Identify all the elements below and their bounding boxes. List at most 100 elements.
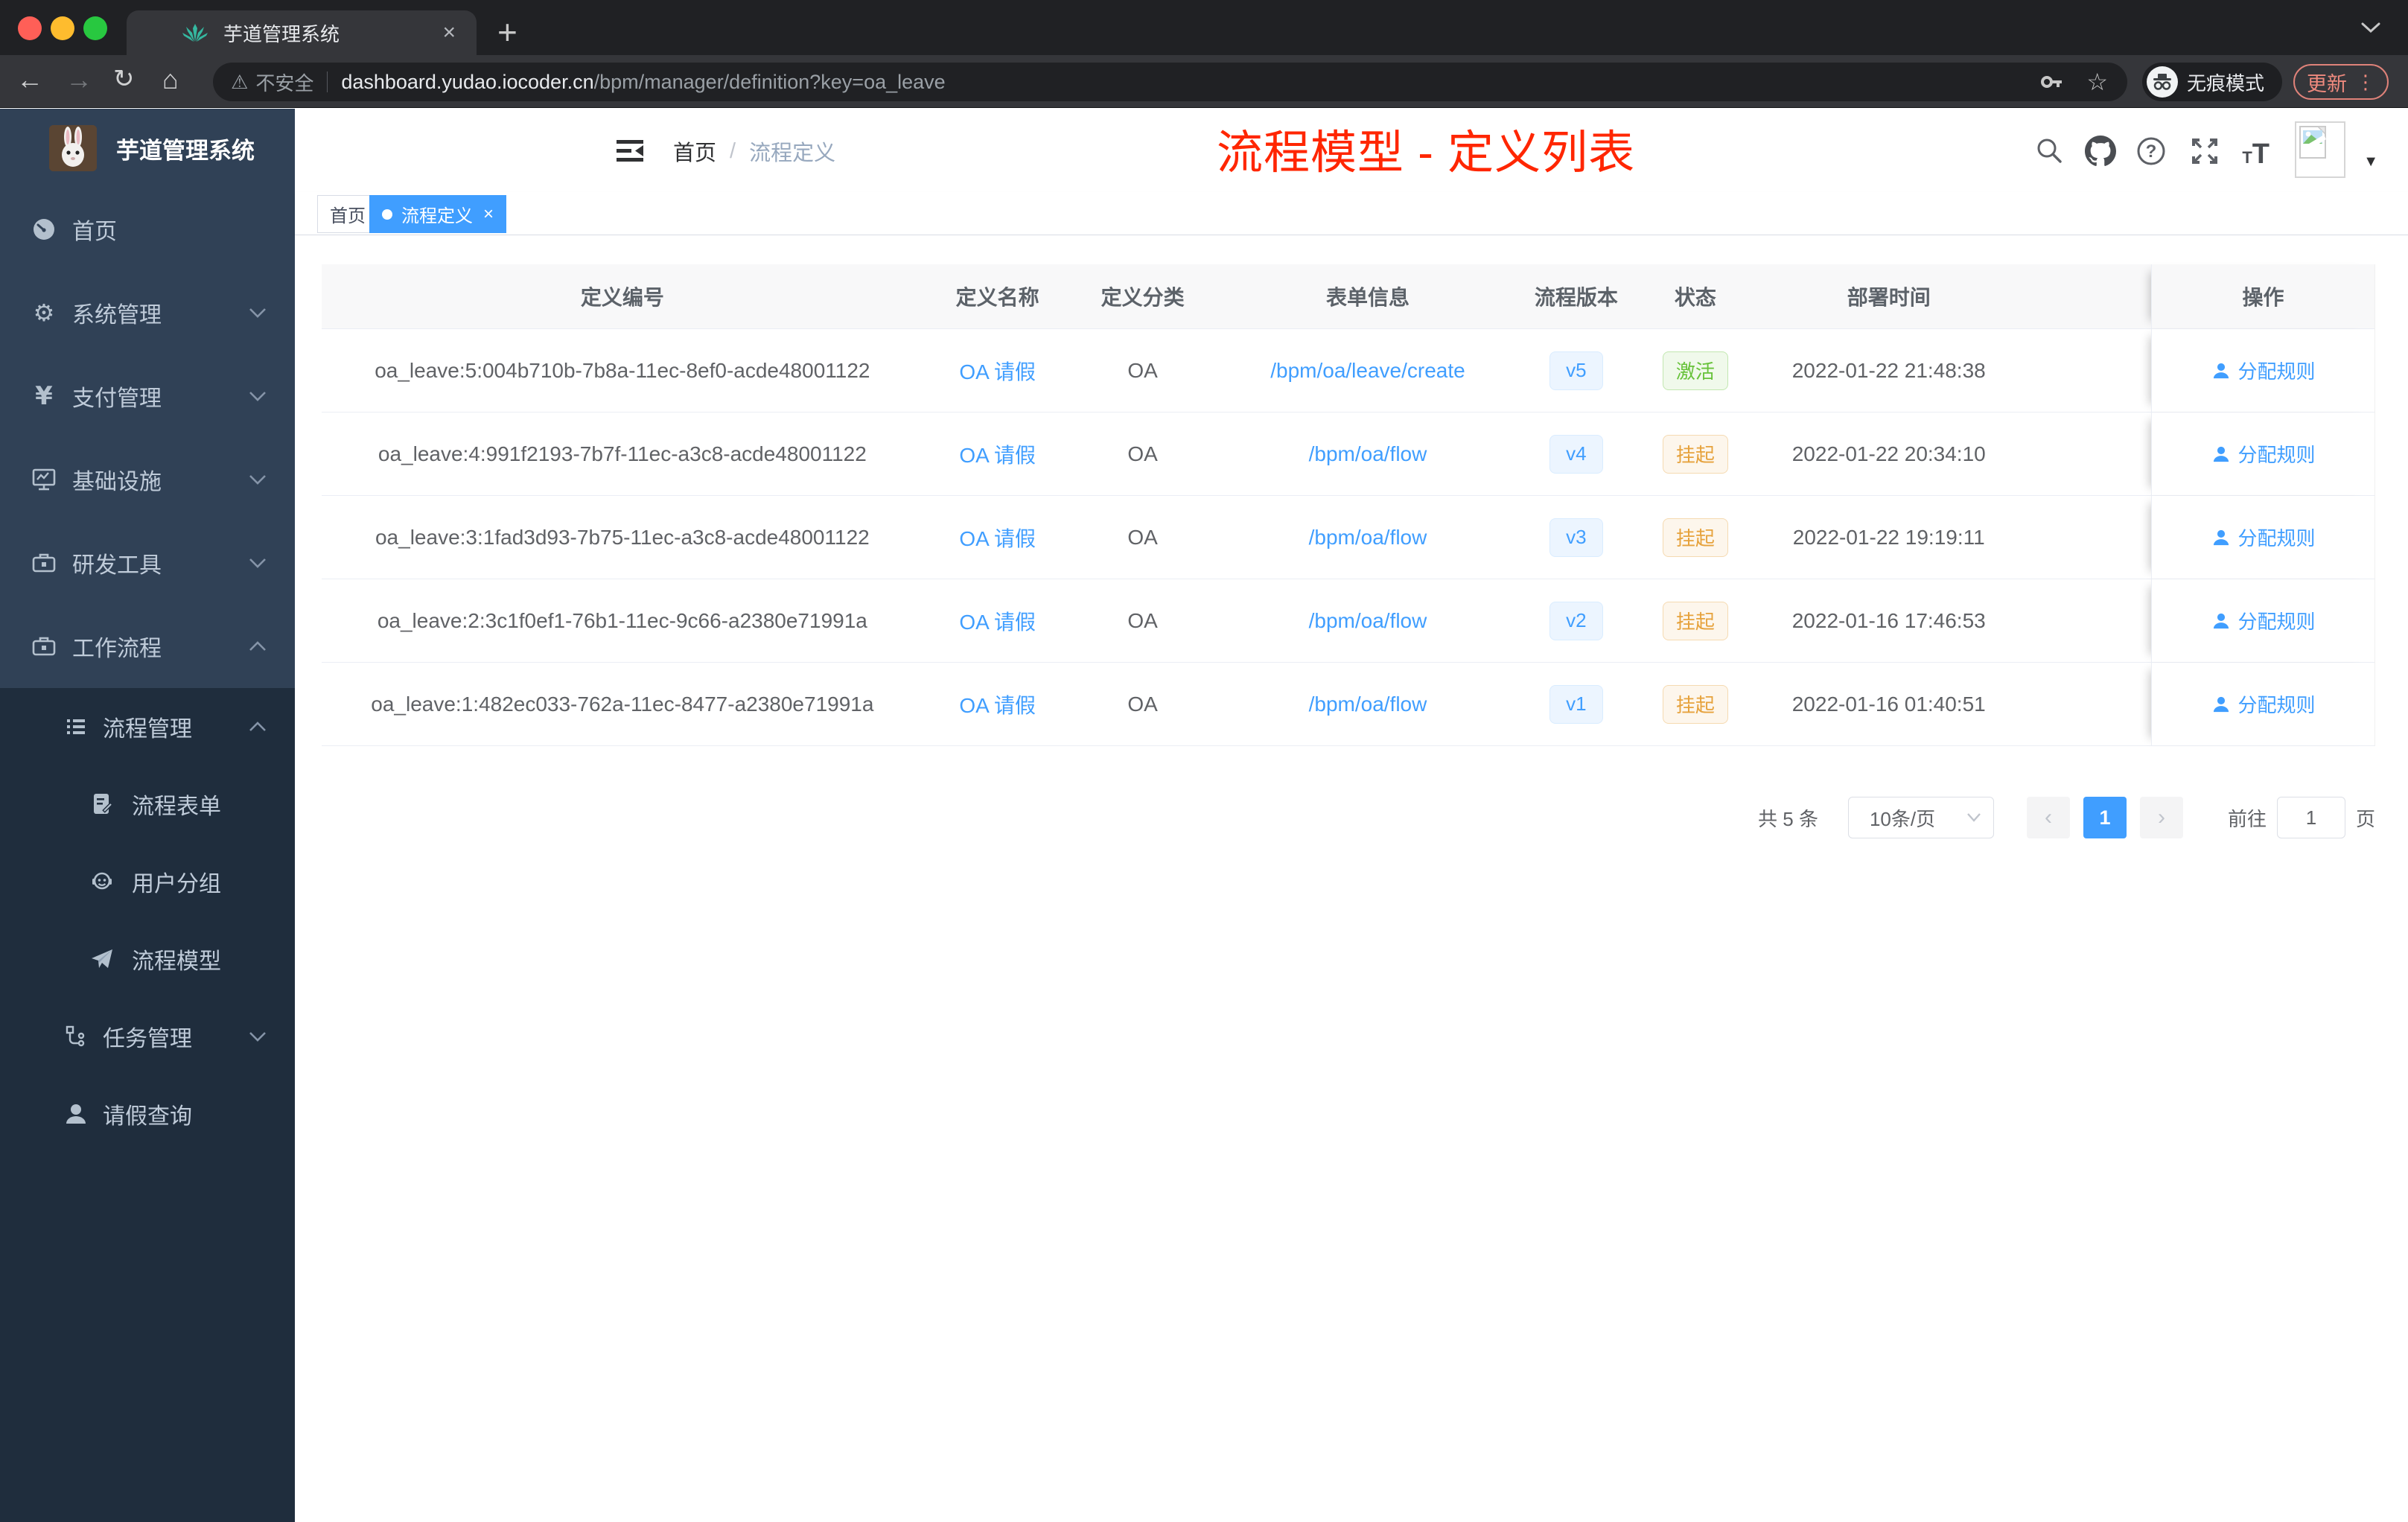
font-size-icon[interactable]: TT xyxy=(2242,138,2270,171)
new-tab-button[interactable]: + xyxy=(497,12,517,52)
chevron-up-icon xyxy=(247,719,268,735)
sidebar-item-process-mgmt[interactable]: 流程管理 xyxy=(0,688,295,765)
monitor-icon xyxy=(28,465,60,494)
tag-close-icon[interactable]: × xyxy=(483,204,494,225)
current-page-button[interactable]: 1 xyxy=(2083,797,2127,838)
forward-button[interactable]: → xyxy=(66,64,92,95)
cell-category: OA xyxy=(1127,525,1158,549)
tags-view: 首页 流程定义 × xyxy=(295,192,2408,235)
reload-button[interactable]: ↻ xyxy=(113,64,135,94)
sidebar-item-label: 请假查询 xyxy=(103,1104,192,1129)
prev-page-button[interactable]: ‹ xyxy=(2026,797,2070,838)
incognito-icon xyxy=(2147,66,2178,98)
col-header-filler xyxy=(2017,264,2151,328)
form-link[interactable]: /bpm/oa/leave/create xyxy=(1270,359,1465,383)
sidebar-item-infra[interactable]: 基础设施 xyxy=(0,438,295,521)
help-icon[interactable]: ? xyxy=(2135,136,2167,167)
form-link[interactable]: /bpm/oa/flow xyxy=(1309,609,1427,633)
window-minimize-button[interactable] xyxy=(51,16,74,40)
assign-rule-link[interactable]: 分配规则 xyxy=(2211,523,2316,551)
version-badge: v5 xyxy=(1549,351,1603,390)
cell-definition-id: oa_leave:4:991f2193-7b7f-11ec-a3c8-acde4… xyxy=(378,442,867,465)
update-label: 更新 xyxy=(2307,72,2347,95)
cell-filler xyxy=(2017,329,2151,412)
goto-page-input[interactable] xyxy=(2276,797,2345,838)
logo-avatar xyxy=(49,125,97,171)
assign-rule-link[interactable]: 分配规则 xyxy=(2211,440,2316,468)
sidebar-item-devtools[interactable]: 研发工具 xyxy=(0,521,295,605)
definition-name-link[interactable]: OA 请假 xyxy=(959,606,1036,636)
definition-name-link[interactable]: OA 请假 xyxy=(959,690,1036,719)
sidebar-logo[interactable]: 芋道管理系统 xyxy=(0,109,295,188)
sidebar-item-payment[interactable]: ¥ 支付管理 xyxy=(0,354,295,438)
assign-rule-label: 分配规则 xyxy=(2237,444,2316,466)
bookmark-star-icon[interactable]: ☆ xyxy=(2086,68,2108,96)
sidebar-item-process-form[interactable]: 流程表单 xyxy=(0,765,295,843)
sidebar-item-label: 任务管理 xyxy=(103,1027,192,1051)
breadcrumb-home[interactable]: 首页 xyxy=(673,136,716,167)
yen-icon: ¥ xyxy=(35,381,53,411)
window-zoom-button[interactable] xyxy=(83,16,107,40)
home-button[interactable]: ⌂ xyxy=(162,64,179,95)
sidebar-item-workflow[interactable]: 工作流程 xyxy=(0,605,295,688)
status-badge: 激活 xyxy=(1662,351,1728,390)
cell-filler xyxy=(2017,413,2151,495)
github-icon[interactable] xyxy=(2085,136,2116,167)
app-root: 芋道管理系统 首页 ⚙ 系统管理 ¥ 支付管理 基础设施 研发工具 工作流程 流… xyxy=(0,109,2408,1522)
browser-tab[interactable]: 芋道管理系统 × xyxy=(127,10,477,55)
sidebar-item-process-model[interactable]: 流程模型 xyxy=(0,920,295,998)
sidebar-item-system[interactable]: ⚙ 系统管理 xyxy=(0,271,295,354)
assign-rule-link[interactable]: 分配规则 xyxy=(2211,690,2316,718)
assign-rule-link[interactable]: 分配规则 xyxy=(2211,357,2316,384)
tab-title: 芋道管理系统 xyxy=(223,22,340,45)
page-size-select[interactable]: 10条/页 xyxy=(1847,797,1994,838)
security-label[interactable]: 不安全 xyxy=(255,69,313,96)
address-bar[interactable]: ⚠ 不安全 dashboard.yudao.iocoder.cn /bpm/ma… xyxy=(213,63,2127,101)
form-link[interactable]: /bpm/oa/flow xyxy=(1309,526,1427,550)
form-link[interactable]: /bpm/oa/flow xyxy=(1309,442,1427,466)
form-edit-icon xyxy=(86,789,118,819)
select-chevron-icon xyxy=(1965,811,1983,824)
definition-name-link[interactable]: OA 请假 xyxy=(959,356,1036,386)
tag-process-definition[interactable]: 流程定义 × xyxy=(369,195,507,233)
sidebar-item-home[interactable]: 首页 xyxy=(0,188,295,271)
user-icon xyxy=(60,1099,92,1129)
password-key-icon[interactable] xyxy=(2039,69,2064,95)
main-area: 首页 / 流程定义 ? TT ▼ 首页 流程定义 × 定义编号 定义名称 定义分… xyxy=(295,109,2408,1522)
sidebar-item-user-group[interactable]: 用户分组 xyxy=(0,843,295,920)
sidebar-item-label: 工作流程 xyxy=(72,637,162,661)
font-size-big-t: T xyxy=(2252,138,2270,170)
definition-name-link[interactable]: OA 请假 xyxy=(959,439,1036,469)
definition-table: 定义编号 定义名称 定义分类 表单信息 流程版本 状态 部署时间 操作 oa_l… xyxy=(322,264,2375,746)
back-button[interactable]: ← xyxy=(16,64,43,95)
assign-user-icon xyxy=(2213,696,2229,712)
form-link[interactable]: /bpm/oa/flow xyxy=(1309,692,1427,716)
sidebar-item-label: 首页 xyxy=(72,220,117,244)
cell-definition-id: oa_leave:5:004b710b-7b8a-11ec-8ef0-acde4… xyxy=(375,358,870,382)
search-icon[interactable] xyxy=(2034,136,2064,165)
window-close-button[interactable] xyxy=(18,16,42,40)
sidebar-item-task-mgmt[interactable]: 任务管理 xyxy=(0,998,295,1075)
definition-name-link[interactable]: OA 请假 xyxy=(959,523,1036,553)
sidebar-item-label: 支付管理 xyxy=(72,386,162,411)
avatar-caret-icon[interactable]: ▼ xyxy=(2363,153,2378,171)
goto-label: 前往 xyxy=(2227,807,2267,830)
next-page-button[interactable]: › xyxy=(2139,797,2183,838)
app-title: 芋道管理系统 xyxy=(116,137,255,164)
avatar[interactable] xyxy=(2295,121,2345,178)
tab-close-icon[interactable]: × xyxy=(442,20,456,45)
browser-menu-dots-icon[interactable]: ⋮ xyxy=(2356,71,2375,94)
font-size-small-t: T xyxy=(2242,148,2252,167)
sidebar-item-leave-query[interactable]: 请假查询 xyxy=(0,1075,295,1153)
tab-search-chevron-icon[interactable] xyxy=(2360,21,2381,34)
status-badge: 挂起 xyxy=(1662,684,1728,724)
security-warning-icon: ⚠ xyxy=(231,70,249,93)
chrome-update-button[interactable]: 更新 ⋮ xyxy=(2293,64,2389,100)
fullscreen-icon[interactable] xyxy=(2189,136,2220,167)
active-dot xyxy=(382,208,392,220)
sidebar-item-label: 用户分组 xyxy=(132,872,221,897)
breadcrumb-separator: / xyxy=(730,138,736,163)
assign-rule-link[interactable]: 分配规则 xyxy=(2211,607,2316,634)
sidebar-collapse-icon[interactable] xyxy=(617,138,645,164)
col-header-category: 定义分类 xyxy=(1101,286,1185,309)
